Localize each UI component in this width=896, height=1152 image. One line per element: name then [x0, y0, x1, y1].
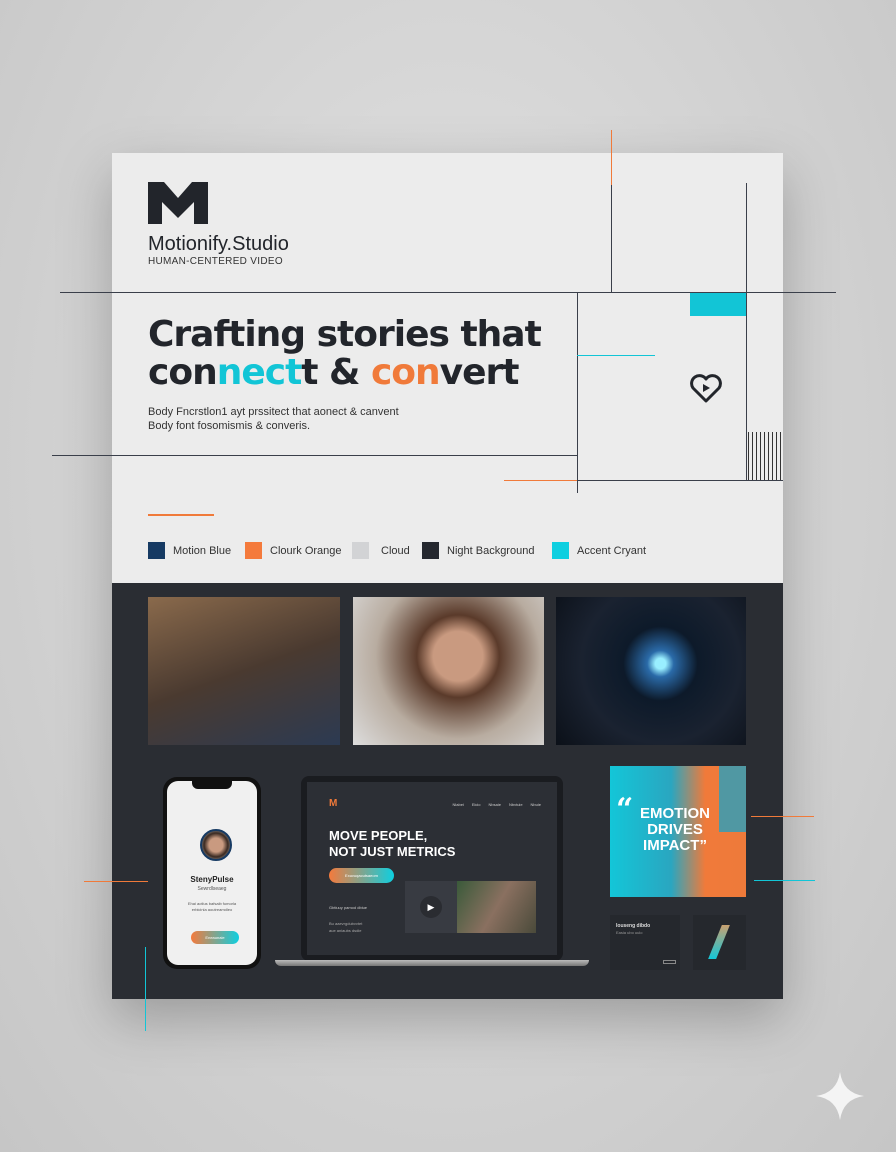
play-icon[interactable]: ▶	[420, 896, 442, 918]
guide-line	[746, 183, 747, 480]
body-text: Body Fncrstlon1 ayt prssitect that aonec…	[148, 405, 399, 433]
small-line: Bu aaevrgdubvvtet	[329, 921, 363, 926]
guide-line-cyan	[145, 947, 146, 1031]
body-line: Body Fncrstlon1 ayt prssitect that aonec…	[148, 406, 399, 418]
headline-line: MOVE PEOPLE,	[329, 828, 428, 843]
headline-word-cyan: nect	[216, 352, 303, 393]
headline-line2: connectt & convert	[148, 354, 541, 392]
guide-line	[577, 292, 578, 493]
headline-word-orange: con	[370, 352, 441, 393]
swatch-label: Clourk Orange	[270, 544, 342, 557]
swatch-cloud: Cloud	[352, 542, 410, 559]
brand-name: Motionify.Studio	[148, 233, 289, 255]
nav-link[interactable]: Eicio	[472, 802, 481, 807]
barcode-icon	[748, 432, 783, 480]
guide-line-orange	[751, 816, 814, 817]
brand-tagline: HUMAN-CENTERED VIDEO	[148, 256, 283, 267]
swatch-orange: Clourk Orange	[245, 542, 342, 559]
headline-word: t &	[301, 352, 371, 393]
nav-link[interactable]: Nbuie	[531, 802, 541, 807]
phone-subtitle: Sewrdlseaeg	[197, 886, 227, 892]
photo-woman	[353, 597, 544, 745]
nav-link[interactable]: Nbsaie	[489, 802, 501, 807]
quote-card: “ EMOTION DRIVES IMPACT”	[610, 766, 746, 897]
video-player[interactable]: ▶	[405, 881, 457, 933]
swatch-motion-blue: Motion Blue	[148, 542, 231, 559]
laptop-photo	[457, 881, 536, 933]
small-line: aue aniaubs dsdie	[329, 928, 362, 933]
headline: Crafting stories that connectt & convert	[148, 314, 542, 392]
mini-card-slash	[693, 915, 746, 970]
laptop-subheading: Gbtiuuy pamod dbiue	[329, 905, 368, 910]
guide-line-orange	[504, 480, 577, 481]
swatch-label: Motion Blue	[173, 544, 232, 557]
slash-icon	[708, 925, 730, 959]
photo-team	[148, 597, 340, 745]
swatch-night: Night Background	[422, 542, 534, 559]
headline-word: con	[148, 352, 218, 393]
guide-line	[52, 455, 577, 456]
headline-word: vert	[439, 352, 520, 393]
swatch-color	[352, 542, 369, 559]
photo-camera-lens	[556, 597, 746, 745]
swatch-color	[148, 542, 165, 559]
quote-text: EMOTION DRIVES IMPACT”	[640, 806, 710, 854]
mini-card-button[interactable]	[663, 960, 676, 964]
headline-line: NOT JUST METRICS	[329, 844, 456, 859]
mini-card-sub: Easia ubo uulo	[616, 930, 643, 935]
accent-rule	[148, 514, 214, 516]
nav-link[interactable]: Nbvtuie	[509, 802, 523, 807]
laptop-headline: MOVE PEOPLE, NOT JUST METRICS	[329, 828, 455, 860]
laptop-small-text: Bu aaevrgdubvvtet aue aniaubs dsdie	[329, 920, 362, 934]
laptop-base	[275, 960, 589, 966]
quote-close-icon: ”	[699, 837, 707, 854]
phone-app-title: StenyPulse	[190, 875, 234, 884]
swatch-color	[422, 542, 439, 559]
quote-word: IMPACT	[643, 837, 700, 854]
avatar	[200, 829, 232, 861]
quote-line: DRIVES	[647, 821, 703, 838]
sparkle-icon	[816, 1072, 864, 1125]
guide-line	[611, 185, 612, 292]
quote-accent	[719, 766, 746, 832]
logo-mark	[148, 182, 208, 229]
quote-line: IMPACT”	[640, 838, 710, 854]
laptop-mockup: M Nlabei Eicio Nbsaie Nbvtuie Nbuie MOVE PEO…	[301, 776, 563, 961]
swatch-label: Night Background	[447, 544, 535, 557]
laptop-nav: Nlabei Eicio Nbsaie Nbvtuie Nbuie	[453, 802, 541, 807]
guide-line-cyan	[577, 355, 655, 356]
guide-line-cyan	[754, 880, 815, 881]
swatch-color	[245, 542, 262, 559]
guide-line	[577, 480, 783, 481]
quote-open-icon: “	[616, 792, 634, 827]
quote-line: EMOTION	[640, 805, 710, 822]
swatch-label: Cloud	[381, 544, 410, 557]
nav-link[interactable]: Nlabei	[453, 802, 464, 807]
body-line: Body font fosomismis & converis.	[148, 420, 311, 432]
headline-line1: Crafting stories that	[148, 314, 542, 355]
phone-mockup: StenyPulse Sewrdlseaeg Ehai aotlus bafsa…	[163, 777, 261, 969]
swatch-color	[552, 542, 569, 559]
phone-text: Ehai aotlus bafsaib fumorla erbicinla ao…	[187, 901, 237, 912]
heart-icon	[688, 370, 724, 411]
accent-block	[690, 293, 746, 316]
mini-card-title: Iouseng dibdo	[616, 923, 651, 929]
phone-notch	[192, 781, 232, 789]
laptop-cta-button[interactable]: Exuvuqacutsaeom	[329, 868, 394, 883]
guide-line-orange	[84, 881, 148, 882]
swatch-cyan: Accent Cryant	[552, 542, 646, 559]
guide-line-orange	[611, 130, 612, 185]
mini-card: Iouseng dibdo Easia ubo uulo	[610, 915, 680, 970]
phone-cta-button[interactable]: Eneaunaie	[191, 931, 239, 944]
swatch-label: Accent Cryant	[577, 544, 647, 557]
laptop-logo: M	[329, 798, 338, 809]
